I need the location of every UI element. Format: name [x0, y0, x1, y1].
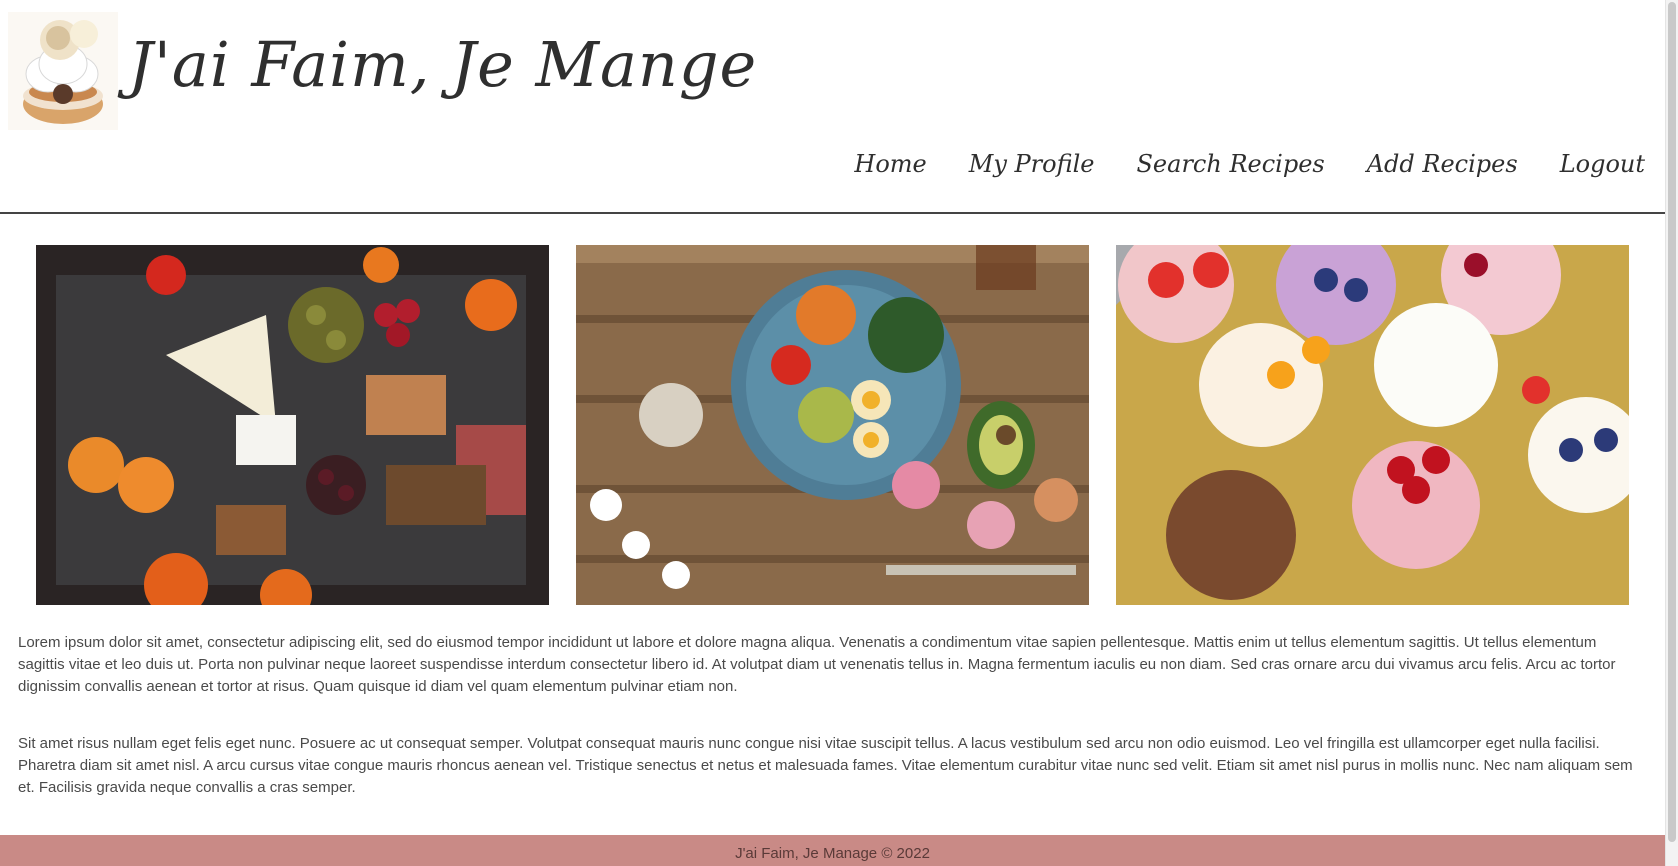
- site-footer: J'ai Faim, Je Manage © 2022: [0, 835, 1665, 866]
- main-content: Lorem ipsum dolor sit amet, consectetur …: [18, 632, 1633, 834]
- image-gallery: [0, 245, 1665, 605]
- main-nav: Home My Profile Search Recipes Add Recip…: [854, 150, 1645, 178]
- content-paragraph-2: Sit amet risus nullam eget felis eget nu…: [18, 735, 1633, 796]
- macaron-cake-icon: [8, 12, 118, 130]
- nav-add-recipes[interactable]: Add Recipes: [1367, 150, 1518, 178]
- site-title[interactable]: J'ai Faim, Je Mange: [128, 28, 757, 101]
- nav-home[interactable]: Home: [854, 150, 926, 178]
- vertical-scrollbar[interactable]: [1665, 0, 1678, 866]
- salad-bowl-photo: [576, 245, 1089, 605]
- scrollbar-thumb[interactable]: [1668, 2, 1676, 842]
- nav-logout[interactable]: Logout: [1560, 150, 1645, 178]
- nav-my-profile[interactable]: My Profile: [969, 150, 1095, 178]
- site-logo[interactable]: [8, 12, 118, 130]
- footer-text: J'ai Faim, Je Manage © 2022: [735, 845, 930, 862]
- content-paragraph-1: Lorem ipsum dolor sit amet, consectetur …: [18, 634, 1616, 695]
- mini-cheesecakes-photo: [1116, 245, 1629, 605]
- nav-search-recipes[interactable]: Search Recipes: [1136, 150, 1324, 178]
- charcuterie-board-photo: [36, 245, 549, 605]
- site-header: J'ai Faim, Je Mange Home My Profile Sear…: [0, 0, 1665, 214]
